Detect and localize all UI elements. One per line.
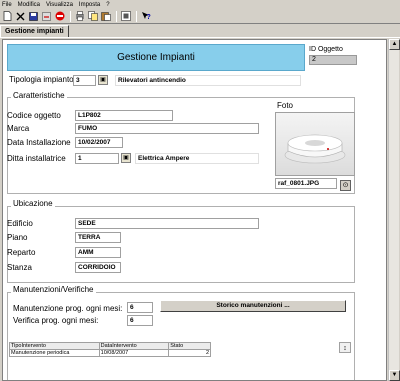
table-row[interactable]: Manutenzione periodica 10/08/2007 2	[9, 349, 211, 357]
manutenzione-mesi-field[interactable]: 6	[127, 302, 153, 313]
cell-data-intervento: 10/08/2007	[98, 349, 170, 357]
menu-help[interactable]: ?	[106, 1, 109, 9]
toolbar: ?	[0, 9, 400, 24]
toolbar-separator	[70, 10, 71, 22]
manutenzione-mesi-label: Manutenzione prog. ogni mesi:	[13, 304, 123, 313]
delete-icon[interactable]	[15, 11, 26, 22]
caratteristiche-title: Caratteristiche	[11, 91, 67, 101]
help-icon[interactable]: ?	[140, 11, 151, 22]
form-panel: Gestione Impianti ID Oggetto 2 Tipologia…	[2, 39, 387, 381]
data-installazione-label: Data Installazione	[7, 138, 71, 147]
scroll-up-icon[interactable]: ▲	[389, 39, 400, 50]
tipologia-lookup-icon[interactable]: ▣	[98, 75, 108, 85]
menubar: File Modifica Visualizza Imposta ?	[0, 0, 400, 9]
stop-icon[interactable]	[54, 11, 65, 22]
cell-tipo-intervento: Manutenzione periodica	[9, 349, 100, 357]
cell-stato: 2	[168, 349, 211, 357]
marca-field[interactable]: FUMO	[75, 123, 259, 134]
print-icon[interactable]	[74, 11, 85, 22]
tipologia-label: Tipologia impianto	[9, 75, 74, 84]
smoke-detector-photo	[275, 112, 355, 176]
page-title: Gestione Impianti	[7, 44, 305, 71]
ubicazione-title: Ubicazione	[11, 199, 55, 209]
record-icon[interactable]	[120, 11, 131, 22]
stanza-label: Stanza	[7, 263, 32, 272]
menu-visualizza[interactable]: Visualizza	[46, 1, 73, 9]
tipologia-description-field: Rilevatori antincendio	[115, 75, 301, 86]
undo-icon[interactable]	[41, 11, 52, 22]
menu-file[interactable]: File	[2, 1, 12, 9]
menu-imposta[interactable]: Imposta	[79, 1, 100, 9]
interventi-table-wrapper: TipoIntervento DataIntervento Stato Manu…	[9, 342, 211, 357]
table-header-row: TipoIntervento DataIntervento Stato	[9, 342, 211, 350]
storico-manutenzioni-button[interactable]: Storico manutenzioni ...	[160, 300, 346, 312]
ditta-code-field[interactable]: 1	[75, 153, 119, 164]
id-oggetto-value: 2	[309, 55, 357, 65]
ditta-lookup-icon[interactable]: ▣	[121, 153, 131, 163]
manutenzioni-title: Manutenzioni/Verifiche	[11, 285, 96, 295]
copy-icon[interactable]	[87, 11, 98, 22]
toolbar-separator	[116, 10, 117, 22]
camera-icon[interactable]: ⊙	[340, 180, 351, 191]
sort-icon[interactable]: ↕	[339, 342, 351, 353]
new-doc-icon[interactable]	[2, 11, 13, 22]
toolbar-separator	[136, 10, 137, 22]
interventi-table: TipoIntervento DataIntervento Stato Manu…	[9, 342, 211, 357]
save-icon[interactable]	[28, 11, 39, 22]
verifica-mesi-label: Verifica prog. ogni mesi:	[13, 316, 99, 325]
reparto-field[interactable]: AMM	[75, 247, 121, 258]
edificio-label: Edificio	[7, 219, 33, 228]
menu-modifica[interactable]: Modifica	[18, 1, 40, 9]
id-oggetto-label: ID Oggetto	[309, 46, 343, 53]
svg-text:?: ?	[146, 14, 150, 21]
reparto-label: Reparto	[7, 248, 36, 257]
tab-divider	[0, 37, 400, 38]
piano-field[interactable]: TERRA	[75, 232, 121, 243]
ditta-name-field: Elettrica Ampere	[135, 153, 259, 164]
piano-label: Piano	[7, 233, 28, 242]
scroll-down-icon[interactable]: ▼	[389, 370, 400, 381]
data-installazione-field[interactable]: 10/02/2007	[75, 137, 123, 148]
header-stato[interactable]: Stato	[168, 342, 211, 350]
header-tipo-intervento[interactable]: TipoIntervento	[9, 342, 100, 350]
tipologia-code-field[interactable]: 3	[73, 75, 96, 86]
ditta-installatrice-label: Ditta installatrice	[7, 154, 66, 163]
marca-label: Marca	[7, 124, 30, 133]
edificio-field[interactable]: SEDE	[75, 218, 259, 229]
paste-icon[interactable]	[100, 11, 111, 22]
tab-gestione-impianti[interactable]: Gestione impianti	[0, 25, 69, 37]
vertical-scrollbar[interactable]: ▲ ▼	[388, 39, 400, 381]
header-data-intervento[interactable]: DataIntervento	[98, 342, 170, 350]
codice-oggetto-field[interactable]: L1P802	[75, 110, 173, 121]
codice-oggetto-label: Codice oggetto	[7, 111, 61, 120]
stanza-field[interactable]: CORRIDOIO	[75, 262, 121, 273]
verifica-mesi-field[interactable]: 6	[127, 315, 153, 326]
foto-label: Foto	[277, 101, 294, 110]
foto-filename-field: raf_0801.JPG	[275, 178, 337, 189]
